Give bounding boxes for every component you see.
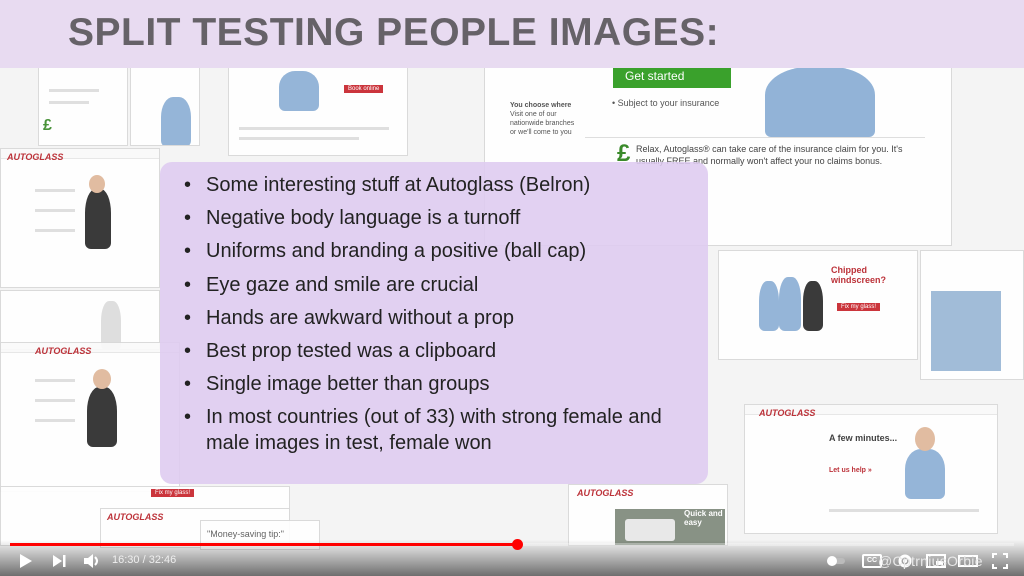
bullet-item: Hands are awkward without a prop xyxy=(182,305,692,331)
bullet-item: In most countries (out of 33) with stron… xyxy=(182,404,692,456)
next-button[interactable] xyxy=(50,552,70,570)
bg-screenshot xyxy=(920,250,1024,380)
bullet-item: Uniforms and branding a positive (ball c… xyxy=(182,238,692,264)
fullscreen-icon xyxy=(992,553,1008,569)
bullet-item: Eye gaze and smile are crucial xyxy=(182,272,692,298)
bullet-item: Single image better than groups xyxy=(182,371,692,397)
bullet-item: Best prop tested was a clipboard xyxy=(182,338,692,364)
bullet-box: Some interesting stuff at Autoglass (Bel… xyxy=(160,162,708,484)
bg-screenshot: AUTOGLASS xyxy=(0,342,180,492)
fullscreen-button[interactable] xyxy=(990,552,1010,570)
progress-bar[interactable] xyxy=(10,539,1014,550)
video-frame[interactable]: £ Book online AUTOGLASS AUTOGLASS Fix my… xyxy=(0,0,1024,576)
play-icon xyxy=(20,554,32,568)
you-choose-text: You choose where Visit one of our nationw… xyxy=(510,102,575,136)
autoplay-toggle-icon xyxy=(827,556,845,566)
progress-scrubber[interactable] xyxy=(512,539,524,550)
subject-to-insurance-text: • Subject to your insurance xyxy=(612,98,720,108)
slide-title: SPLIT TESTING PEOPLE IMAGES: xyxy=(68,11,720,54)
bg-screenshot xyxy=(130,66,200,146)
bullet-item: Negative body language is a turnoff xyxy=(182,205,692,231)
bg-screenshot: £ xyxy=(38,66,128,146)
bg-screenshot: AUTOGLASS xyxy=(0,148,160,288)
bg-screenshot: Chipped windscreen? Fix my glass! xyxy=(718,250,918,360)
volume-icon xyxy=(84,554,98,568)
progress-fill xyxy=(10,543,518,546)
bg-screenshot: Book online xyxy=(228,66,408,156)
title-bar: SPLIT TESTING PEOPLE IMAGES: xyxy=(0,0,1024,68)
next-icon xyxy=(53,555,66,567)
bullet-item: Some interesting stuff at Autoglass (Bel… xyxy=(182,172,692,198)
play-button[interactable] xyxy=(16,552,36,570)
channel-watermark: @CptrniusOrbie xyxy=(878,553,983,569)
bg-screenshot: AUTOGLASS Quick and easy xyxy=(568,484,728,546)
pause-autoplay-toggle[interactable] xyxy=(826,552,846,570)
bg-screenshot xyxy=(0,290,160,350)
get-started-button: Get started xyxy=(613,66,731,88)
time-display: 16:30 / 32:46 xyxy=(112,554,177,566)
volume-button[interactable] xyxy=(82,552,102,570)
bg-screenshot: AUTOGLASS A few minutes... Let us help » xyxy=(744,404,998,534)
bullet-list: Some interesting stuff at Autoglass (Bel… xyxy=(182,172,692,464)
